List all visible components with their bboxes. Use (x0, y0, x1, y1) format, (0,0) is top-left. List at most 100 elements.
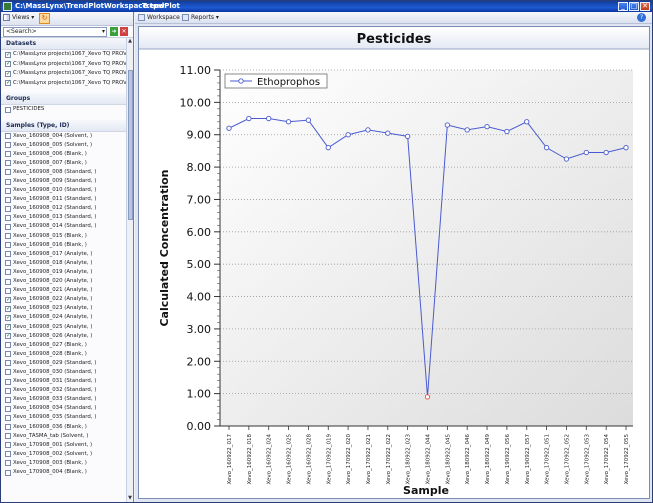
sample-item[interactable]: Xevo_160908_015 (Blank, ) (1, 232, 133, 241)
checkbox[interactable] (5, 269, 11, 276)
scroll-up-icon[interactable]: ▲ (127, 38, 133, 45)
sample-item[interactable]: Xevo_170908_004 (Blank, ) (1, 468, 133, 477)
sample-item[interactable]: Xevo_160908_031 (Standard, ) (1, 377, 133, 386)
sample-item[interactable]: Xevo_160908_014 (Standard, ) (1, 222, 133, 231)
checkbox[interactable] (5, 187, 11, 194)
checkbox[interactable] (5, 214, 11, 221)
checkbox[interactable] (5, 205, 11, 212)
checkbox[interactable] (5, 178, 11, 185)
sample-item[interactable]: Xevo_160908_008 (Standard, ) (1, 168, 133, 177)
sample-item[interactable]: Xevo_160908_032 (Standard, ) (1, 386, 133, 395)
sample-item[interactable]: Xevo_160908_004 (Solvent, ) (1, 132, 133, 141)
checkbox[interactable] (5, 242, 11, 249)
sample-item[interactable]: Xevo_160908_035 (Standard, ) (1, 413, 133, 422)
sample-item[interactable]: Xevo_160908_036 (Blank, ) (1, 423, 133, 432)
scroll-thumb[interactable] (128, 70, 133, 220)
checkbox[interactable] (5, 133, 11, 140)
maximize-button[interactable]: □ (629, 2, 639, 11)
checkbox[interactable] (5, 79, 11, 87)
dataset-item[interactable]: C:\MassLynx projects\1067_Xevo TQ PROV\ (1, 69, 133, 79)
checkbox[interactable] (5, 342, 11, 349)
dataset-item[interactable]: C:\MassLynx projects\1067_Xevo TQ PROV\ (1, 60, 133, 70)
checkbox[interactable] (5, 378, 11, 385)
data-point[interactable] (623, 145, 629, 151)
data-point[interactable] (305, 117, 312, 123)
data-point[interactable] (424, 394, 431, 400)
clear-x-icon[interactable]: ✕ (120, 27, 128, 36)
data-point[interactable] (345, 132, 351, 138)
sample-item[interactable]: Xevo_160908_016 (Blank, ) (1, 241, 133, 250)
help-icon[interactable]: ? (637, 13, 646, 22)
sample-item[interactable]: Xevo_170908_001 (Solvent, ) (1, 441, 133, 450)
sample-item[interactable]: Xevo_170908_002 (Solvent, ) (1, 450, 133, 459)
sample-item[interactable]: Xevo_160908_006 (Blank, ) (1, 150, 133, 159)
checkbox[interactable] (5, 287, 11, 294)
sample-item[interactable]: Xevo_160908_019 (Analyte, ) (1, 268, 133, 277)
dataset-item[interactable]: C:\MassLynx projects\1067_Xevo TQ PROV\ (1, 79, 133, 89)
group-item[interactable]: PESTICIDES (1, 105, 133, 115)
sample-item[interactable]: Xevo_160908_012 (Standard, ) (1, 204, 133, 213)
checkbox[interactable] (5, 69, 11, 78)
sample-item[interactable]: Xevo_160908_011 (Standard, ) (1, 195, 133, 204)
checkbox[interactable] (5, 151, 11, 158)
data-point[interactable] (325, 145, 331, 151)
views-menu[interactable]: Views ▾ (3, 14, 34, 21)
sample-item[interactable]: Xevo_170908_003 (Blank, ) (1, 459, 133, 468)
checkbox[interactable] (5, 260, 11, 267)
data-point[interactable] (603, 149, 609, 156)
workspace-menu[interactable]: Workspace ▾ (138, 14, 185, 21)
checkbox[interactable] (5, 106, 11, 113)
sample-item[interactable]: Xevo_160908_005 (Solvent, ) (1, 141, 133, 150)
checkbox[interactable] (5, 442, 11, 449)
sample-item[interactable]: Xevo_160908_021 (Analyte, ) (1, 286, 133, 295)
checkbox[interactable] (5, 387, 11, 394)
left-scrollbar[interactable]: ▲ ▼ (126, 38, 133, 502)
checkbox[interactable] (5, 460, 11, 467)
refresh-icon[interactable]: ↻ (39, 13, 50, 24)
reports-menu[interactable]: Reports ▾ (182, 14, 219, 21)
data-point[interactable] (484, 123, 490, 130)
checkbox[interactable] (5, 451, 11, 458)
data-point[interactable] (226, 125, 232, 131)
data-point[interactable] (524, 119, 530, 125)
checkbox[interactable] (5, 233, 11, 240)
scroll-down-icon[interactable]: ▼ (127, 495, 133, 502)
sample-item[interactable]: Xevo_160908_018 (Analyte, ) (1, 259, 133, 268)
data-point[interactable] (464, 127, 470, 133)
checkbox[interactable] (5, 278, 11, 285)
minimize-button[interactable]: _ (618, 2, 628, 11)
checkbox[interactable] (5, 251, 11, 258)
checkbox[interactable] (5, 322, 11, 331)
data-point[interactable] (365, 127, 371, 133)
checkbox[interactable] (5, 223, 11, 230)
sample-item[interactable]: Xevo_160908_009 (Standard, ) (1, 177, 133, 186)
checkbox[interactable] (5, 169, 11, 176)
checkbox[interactable] (5, 295, 11, 304)
sample-item[interactable]: Xevo_160908_033 (Standard, ) (1, 395, 133, 404)
checkbox[interactable] (5, 313, 11, 322)
data-point[interactable] (404, 133, 411, 139)
data-point[interactable] (285, 119, 292, 125)
close-button[interactable]: ✕ (640, 2, 650, 11)
chevron-down-icon[interactable]: ▾ (102, 28, 105, 36)
sample-item[interactable]: Xevo_160908_026 (Analyte, ) (1, 332, 133, 341)
sample-item[interactable]: Xevo_160908_025 (Analyte, ) (1, 322, 133, 331)
checkbox[interactable] (5, 369, 11, 376)
sample-item[interactable]: Xevo_160908_017 (Analyte, ) (1, 250, 133, 259)
checkbox[interactable] (5, 414, 11, 421)
data-point[interactable] (266, 115, 272, 122)
checkbox[interactable] (5, 433, 11, 440)
data-point[interactable] (543, 145, 550, 151)
sample-item[interactable]: Xevo_160908_007 (Blank, ) (1, 159, 133, 168)
sample-item[interactable]: Xevo_TASMA_tab (Solvent, ) (1, 432, 133, 441)
sample-item[interactable]: Xevo_160908_013 (Standard, ) (1, 213, 133, 222)
checkbox[interactable] (5, 405, 11, 412)
checkbox[interactable] (5, 332, 11, 340)
go-arrow-icon[interactable]: ➜ (110, 27, 118, 36)
sample-item[interactable]: Xevo_160908_010 (Standard, ) (1, 186, 133, 195)
checkbox[interactable] (5, 360, 11, 367)
data-point[interactable] (385, 130, 391, 136)
data-point[interactable] (444, 122, 450, 128)
sample-item[interactable]: Xevo_160908_020 (Analyte, ) (1, 277, 133, 286)
sample-item[interactable]: Xevo_160908_022 (Analyte, ) (1, 295, 133, 304)
